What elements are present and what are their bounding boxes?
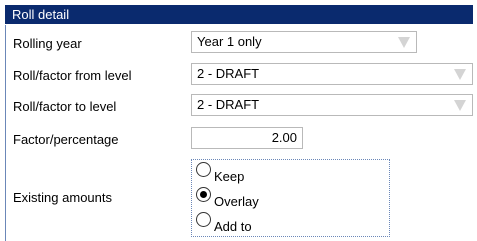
- chevron-down-icon: [454, 100, 466, 111]
- radio-option-add-to[interactable]: Add to: [196, 212, 252, 233]
- from-level-label: Roll/factor from level: [13, 68, 132, 83]
- existing-amounts-label: Existing amounts: [13, 190, 112, 205]
- roll-detail-panel: Roll detail Rolling year Year 1 only Rol…: [0, 0, 477, 241]
- rolling-year-value: Year 1 only: [197, 34, 262, 49]
- chevron-down-icon: [454, 69, 466, 80]
- chevron-down-icon: [398, 37, 410, 48]
- radio-option-overlay[interactable]: Overlay: [196, 187, 259, 208]
- radio-keep[interactable]: [196, 162, 211, 177]
- radio-overlay[interactable]: [196, 187, 211, 202]
- panel-title: Roll detail: [5, 5, 473, 24]
- radio-label-overlay: Overlay: [214, 194, 259, 209]
- to-level-label: Roll/factor to level: [13, 99, 117, 114]
- form-body: Rolling year Year 1 only Roll/factor fro…: [5, 25, 473, 241]
- radio-label-keep: Keep: [214, 169, 245, 184]
- from-level-select[interactable]: 2 - DRAFT: [191, 63, 473, 85]
- rolling-year-select[interactable]: Year 1 only: [191, 31, 417, 53]
- factor-input[interactable]: 2.00: [191, 127, 303, 149]
- from-level-value: 2 - DRAFT: [197, 66, 260, 81]
- rolling-year-label: Rolling year: [13, 36, 82, 51]
- to-level-select[interactable]: 2 - DRAFT: [191, 94, 473, 116]
- radio-option-keep[interactable]: Keep: [196, 162, 244, 183]
- radio-add-to[interactable]: [196, 212, 211, 227]
- factor-label: Factor/percentage: [13, 132, 119, 147]
- to-level-value: 2 - DRAFT: [197, 97, 260, 112]
- radio-label-add-to: Add to: [214, 219, 252, 234]
- existing-amounts-radiogroup: Keep Overlay Add to: [191, 159, 390, 237]
